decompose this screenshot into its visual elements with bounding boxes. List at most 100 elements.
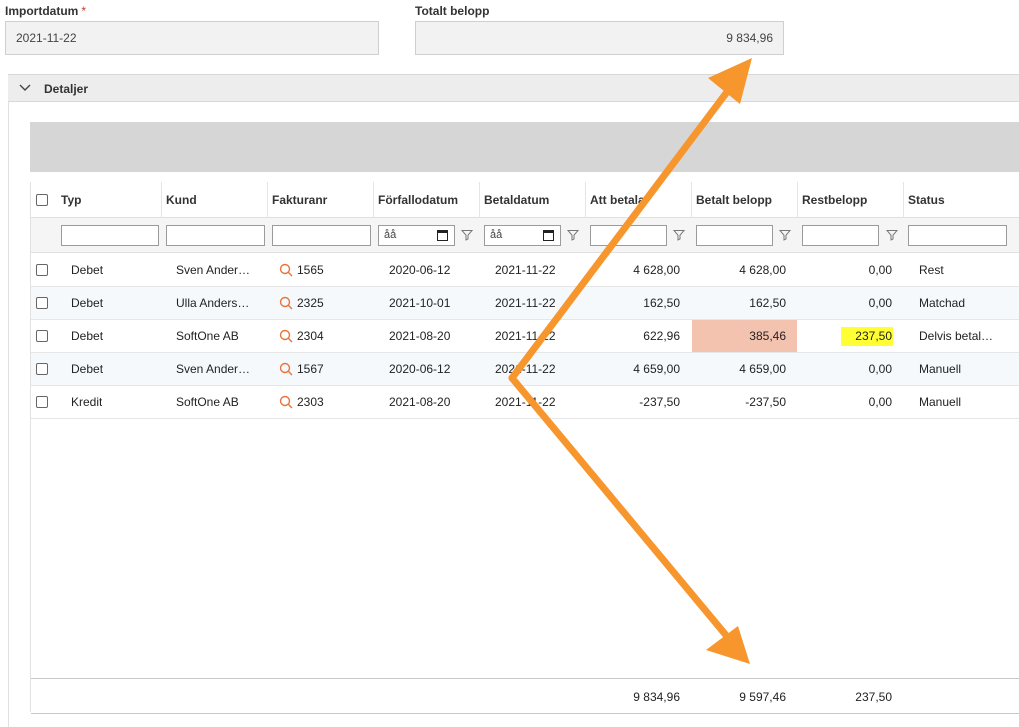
cell-kund: SoftOne AB xyxy=(176,329,239,343)
cell-kund: Sven Ander… xyxy=(176,362,251,376)
filter-icon[interactable] xyxy=(673,229,685,241)
search-icon[interactable] xyxy=(279,362,293,376)
cell-forfallodatum: 2021-10-01 xyxy=(389,296,451,310)
filter-typ-input[interactable] xyxy=(61,225,159,246)
cell-att-betala: 622,96 xyxy=(643,329,680,343)
table-row[interactable]: Debet Sven Ander… 1567 2020-06-12 2021-1… xyxy=(31,353,1019,386)
grid-header-row: Typ Kund Fakturanr Förfallodatum Betalda… xyxy=(31,182,1019,218)
cell-restbelopp: 0,00 xyxy=(868,296,892,310)
col-header-forfallodatum[interactable]: Förfallodatum xyxy=(373,182,479,218)
row-checkbox[interactable] xyxy=(36,264,48,276)
total-amount-value: 9 834,96 xyxy=(726,31,773,45)
filter-betalt-belopp-input[interactable] xyxy=(696,225,773,246)
total-amount-field[interactable]: 9 834,96 xyxy=(415,21,784,55)
col-header-kund[interactable]: Kund xyxy=(161,182,267,218)
import-date-label: Importdatum * xyxy=(5,4,86,18)
col-header-typ[interactable]: Typ xyxy=(57,182,161,218)
row-checkbox[interactable] xyxy=(36,396,48,408)
cell-kund: Ulla Anders… xyxy=(176,296,250,310)
cell-fakturanr: 2303 xyxy=(297,395,324,409)
filter-kund-input[interactable] xyxy=(166,225,265,246)
cell-status: Manuell xyxy=(919,362,962,376)
filter-icon[interactable] xyxy=(886,229,898,241)
cell-forfallodatum: 2021-08-20 xyxy=(389,395,451,409)
calendar-icon[interactable] xyxy=(437,230,448,241)
import-date-value: 2021-11-22 xyxy=(16,31,77,45)
details-section-header[interactable]: Detaljer xyxy=(8,74,1019,102)
table-row[interactable]: Debet Ulla Anders… 2325 2021-10-01 2021-… xyxy=(31,287,1019,320)
cell-betalt-belopp: 4 628,00 xyxy=(739,263,786,277)
cell-betalt-belopp: 4 659,00 xyxy=(739,362,786,376)
table-row[interactable]: Debet Sven Ander… 1565 2020-06-12 2021-1… xyxy=(31,254,1019,287)
filter-icon[interactable] xyxy=(779,229,791,241)
cell-forfallodatum: 2021-08-20 xyxy=(389,329,451,343)
col-header-status[interactable]: Status xyxy=(903,182,1019,218)
cell-betalt-belopp: 385,46 xyxy=(749,329,786,343)
cell-typ: Debet xyxy=(71,263,104,277)
cell-att-betala: 4 628,00 xyxy=(633,263,680,277)
cell-restbelopp: 0,00 xyxy=(868,362,892,376)
cell-fakturanr: 2304 xyxy=(297,329,324,343)
cell-forfallodatum: 2020-06-12 xyxy=(389,362,451,376)
col-header-restbelopp[interactable]: Restbelopp xyxy=(797,182,903,218)
filter-icon[interactable] xyxy=(567,229,579,241)
cell-fakturanr: 2325 xyxy=(297,296,324,310)
total-restbelopp: 237,50 xyxy=(855,690,892,704)
search-icon[interactable] xyxy=(279,263,293,277)
cell-betaldatum: 2021-11-22 xyxy=(495,329,556,343)
filter-fakturanr-input[interactable] xyxy=(272,225,371,246)
grid-filter-row: åå åå xyxy=(31,218,1019,253)
filter-status-input[interactable] xyxy=(908,225,1007,246)
cell-betalt-belopp: 162,50 xyxy=(749,296,786,310)
cell-att-betala: -237,50 xyxy=(639,395,680,409)
total-amount-label: Totalt belopp xyxy=(415,4,489,18)
filter-att-betala-input[interactable] xyxy=(590,225,667,246)
cell-kund: SoftOne AB xyxy=(176,395,239,409)
section-title: Detaljer xyxy=(44,82,89,96)
filter-forfallodatum-input[interactable]: åå xyxy=(378,225,455,246)
cell-restbelopp: 0,00 xyxy=(868,263,892,277)
date-placeholder: åå xyxy=(384,229,397,241)
select-all-checkbox[interactable] xyxy=(36,194,48,206)
search-icon[interactable] xyxy=(279,395,293,409)
cell-typ: Debet xyxy=(71,296,104,310)
cell-att-betala: 162,50 xyxy=(643,296,680,310)
cell-betaldatum: 2021-11-22 xyxy=(495,362,556,376)
filter-betaldatum-input[interactable]: åå xyxy=(484,225,561,246)
col-header-betaldatum[interactable]: Betaldatum xyxy=(479,182,585,218)
cell-betaldatum: 2021-11-22 xyxy=(495,395,556,409)
row-checkbox[interactable] xyxy=(36,363,48,375)
import-date-field[interactable]: 2021-11-22 xyxy=(5,21,379,55)
cell-betaldatum: 2021-11-22 xyxy=(495,263,556,277)
payments-grid: Typ Kund Fakturanr Förfallodatum Betalda… xyxy=(30,182,1019,714)
cell-restbelopp: 237,50 xyxy=(855,329,892,343)
table-row[interactable]: Debet SoftOne AB 2304 2021-08-20 2021-11… xyxy=(31,320,1019,353)
grid-totals-row: 9 834,96 9 597,46 237,50 xyxy=(31,678,1019,714)
search-icon[interactable] xyxy=(279,296,293,310)
row-checkbox[interactable] xyxy=(36,330,48,342)
filter-restbelopp-input[interactable] xyxy=(802,225,879,246)
total-amount-label-text: Totalt belopp xyxy=(415,4,490,18)
cell-fakturanr: 1567 xyxy=(297,362,324,376)
search-icon[interactable] xyxy=(279,329,293,343)
col-header-betalt-belopp[interactable]: Betalt belopp xyxy=(691,182,797,218)
date-placeholder: åå xyxy=(490,229,503,241)
cell-forfallodatum: 2020-06-12 xyxy=(389,263,451,277)
cell-status: Matchad xyxy=(919,296,966,310)
filter-icon[interactable] xyxy=(461,229,473,241)
total-betalt-belopp: 9 597,46 xyxy=(739,690,786,704)
total-att-betala: 9 834,96 xyxy=(633,690,680,704)
cell-restbelopp: 0,00 xyxy=(868,395,892,409)
grid-toolbar xyxy=(30,122,1019,172)
col-header-fakturanr[interactable]: Fakturanr xyxy=(267,182,373,218)
cell-typ: Debet xyxy=(71,329,104,343)
chevron-down-icon[interactable] xyxy=(18,81,32,95)
cell-typ: Debet xyxy=(71,362,104,376)
table-row[interactable]: Kredit SoftOne AB 2303 2021-08-20 2021-1… xyxy=(31,386,1019,419)
col-header-att-betala[interactable]: Att betala xyxy=(585,182,691,218)
row-checkbox[interactable] xyxy=(36,297,48,309)
calendar-icon[interactable] xyxy=(543,230,554,241)
cell-status: Rest xyxy=(919,263,944,277)
details-panel: Typ Kund Fakturanr Förfallodatum Betalda… xyxy=(8,102,1019,727)
cell-betalt-belopp: -237,50 xyxy=(745,395,786,409)
